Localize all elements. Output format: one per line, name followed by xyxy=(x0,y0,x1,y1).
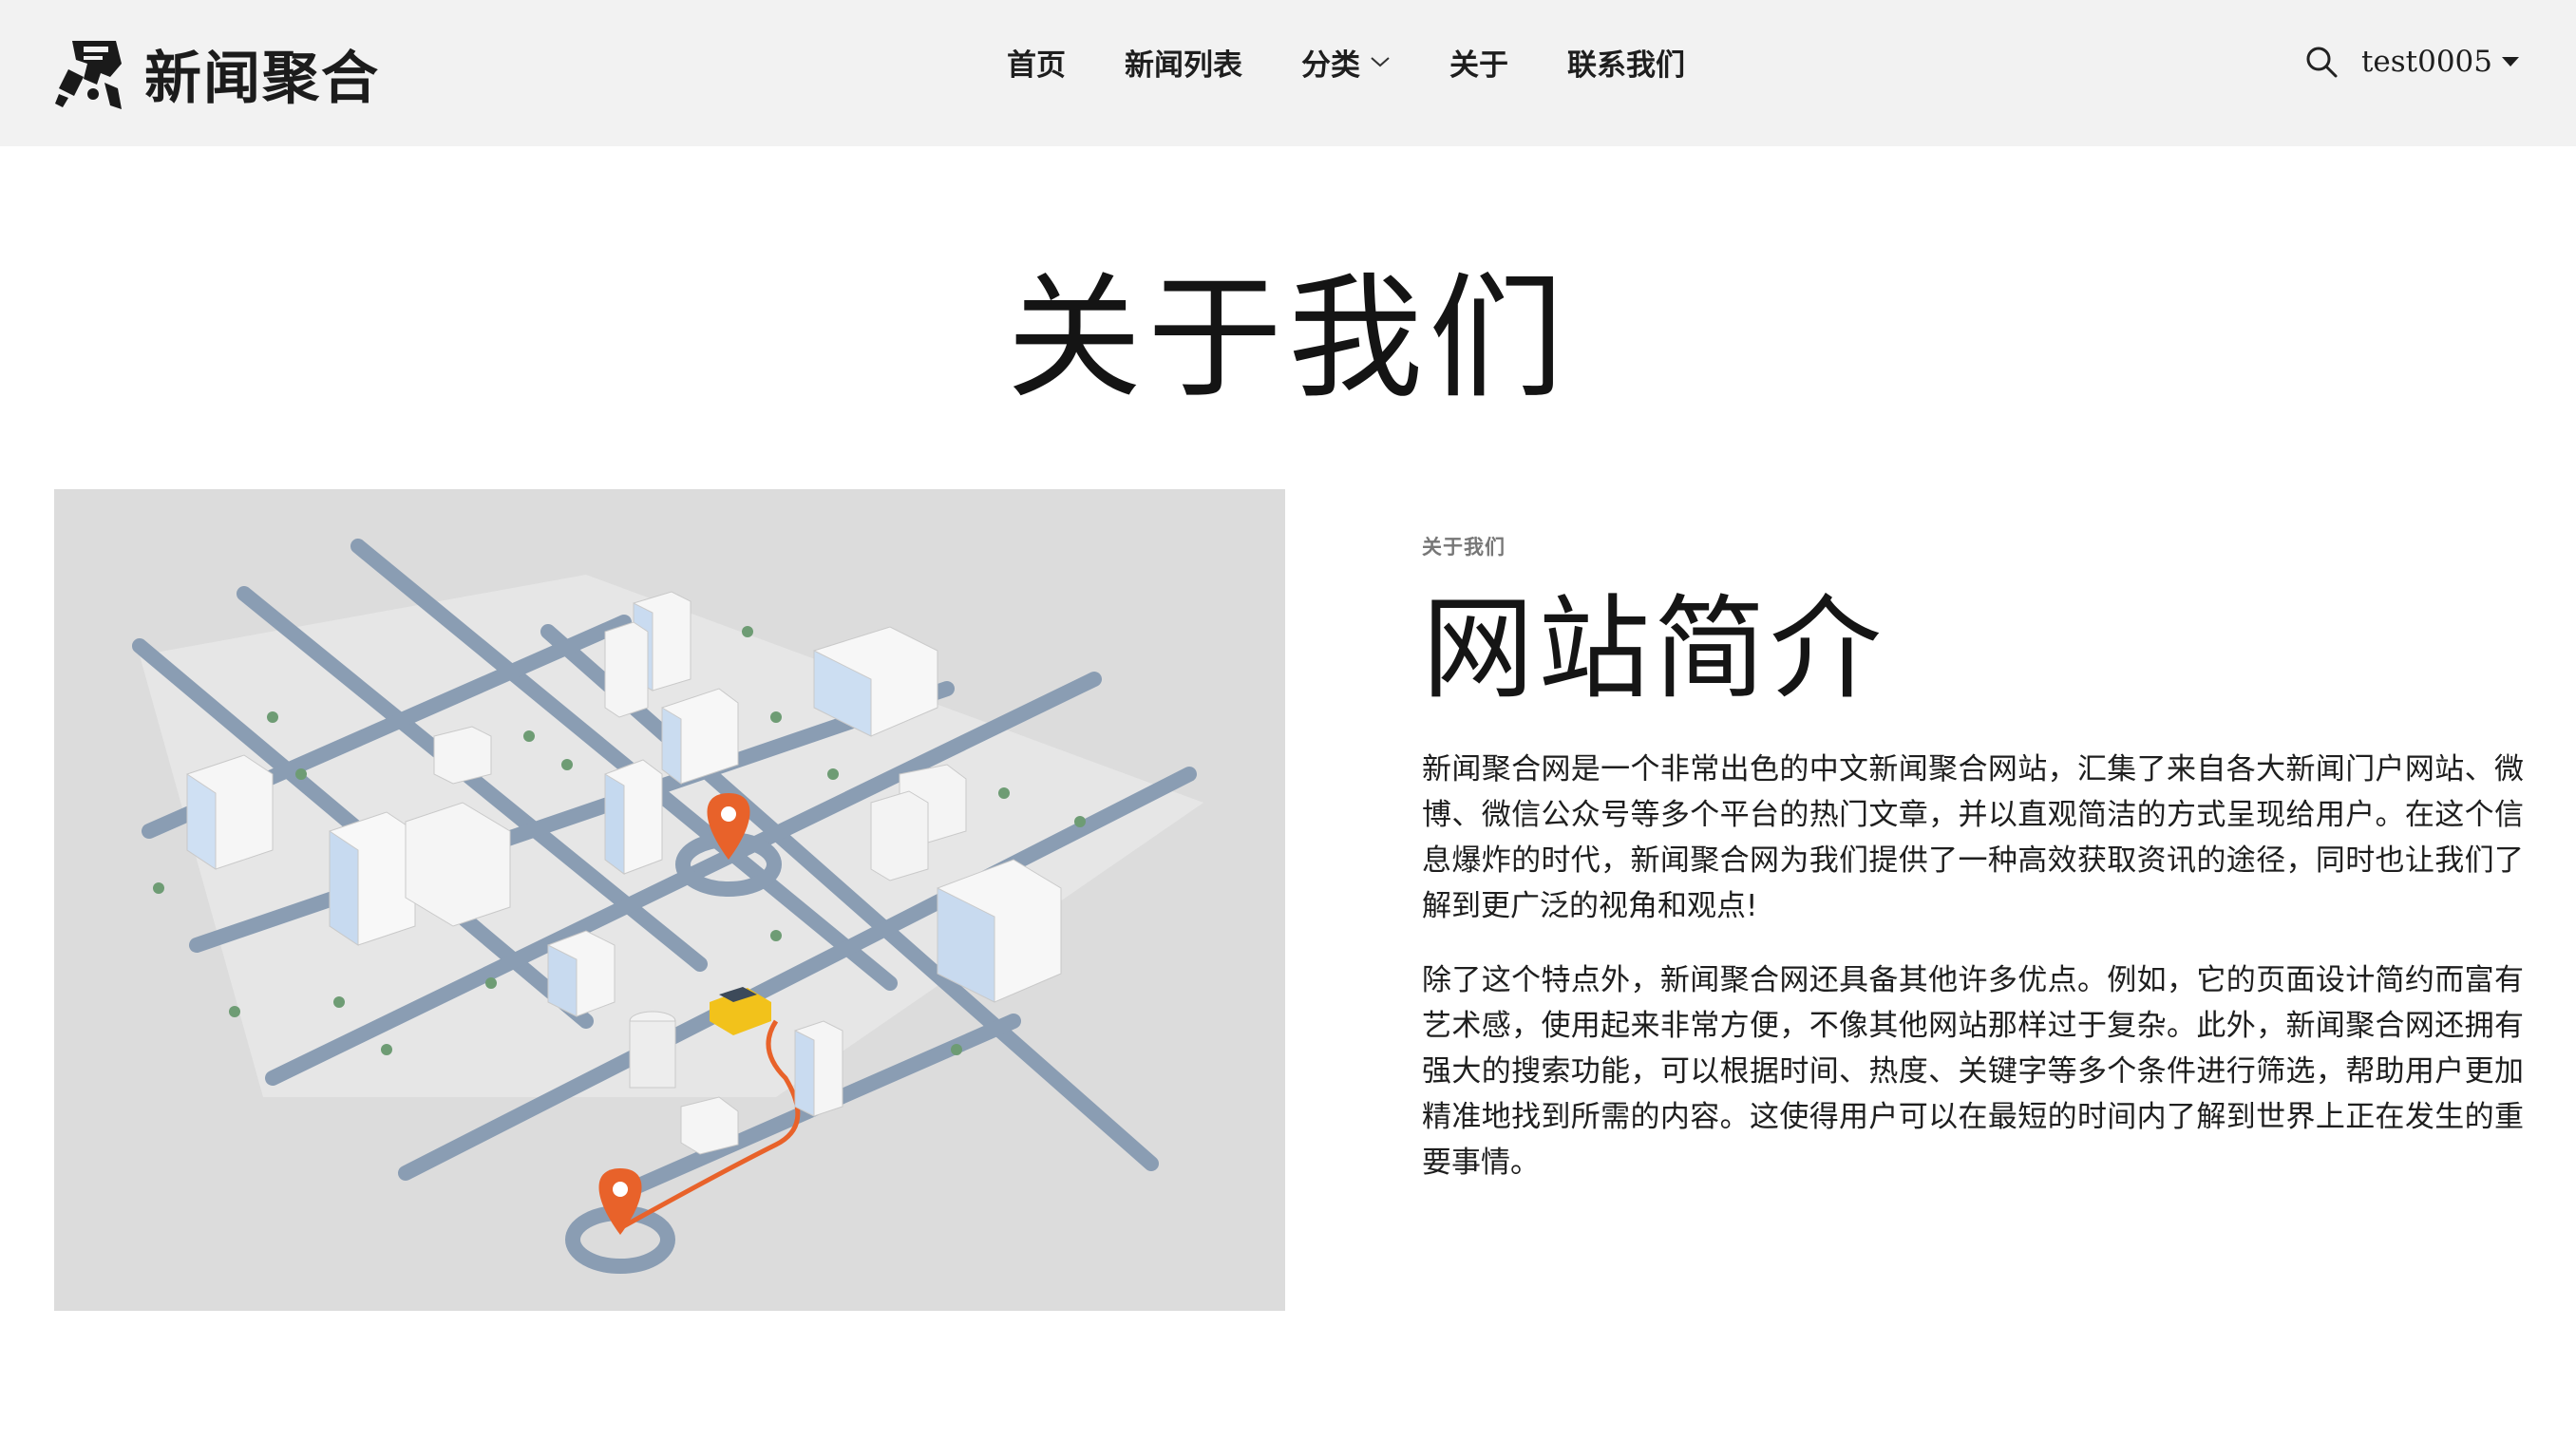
about-paragraph-1: 新闻聚合网是一个非常出色的中文新闻聚合网站，汇集了来自各大新闻门户网站、微博、微… xyxy=(1422,751,2524,923)
nav-item-about[interactable]: 关于 xyxy=(1449,41,1508,84)
search-icon[interactable] xyxy=(2304,45,2339,79)
nav-item-category-label: 分类 xyxy=(1301,47,1360,83)
news-stamp-logo-icon xyxy=(55,41,122,109)
nav-item-home[interactable]: 首页 xyxy=(1007,41,1066,84)
top-navbar: 新闻聚合 首页 新闻列表 分类 关于 联系我们 test0005 xyxy=(0,0,2576,146)
about-paragraph-2: 除了这个特点外，新闻聚合网还具备其他许多优点。例如，它的页面设计简约而富有艺术感… xyxy=(1422,962,2524,1180)
main-nav: 首页 新闻列表 分类 关于 联系我们 xyxy=(1007,0,1685,123)
nav-item-news-list[interactable]: 新闻列表 xyxy=(1125,41,1242,84)
brand-name: 新闻聚合 xyxy=(144,45,380,112)
nav-right: test0005 xyxy=(2304,0,2519,123)
section-title: 网站简介 xyxy=(1422,583,1886,714)
brand[interactable]: 新闻聚合 xyxy=(55,21,380,125)
caret-down-icon xyxy=(2502,57,2519,66)
page-title: 关于我们 xyxy=(1007,260,1569,417)
nav-item-contact[interactable]: 联系我们 xyxy=(1567,41,1685,84)
chevron-down-icon xyxy=(1371,57,1390,67)
about-section: 关于我们 网站简介 新闻聚合网是一个非常出色的中文新闻聚合网站，汇集了来自各大新… xyxy=(1422,532,2524,1185)
section-eyebrow: 关于我们 xyxy=(1422,536,1506,559)
username: test0005 xyxy=(2360,45,2492,79)
nav-item-category-dropdown[interactable]: 分类 xyxy=(1301,41,1391,84)
user-menu-dropdown[interactable]: test0005 xyxy=(2361,45,2519,79)
isometric-city-illustration xyxy=(54,489,1285,1311)
city-map-illustration xyxy=(54,489,1285,1311)
